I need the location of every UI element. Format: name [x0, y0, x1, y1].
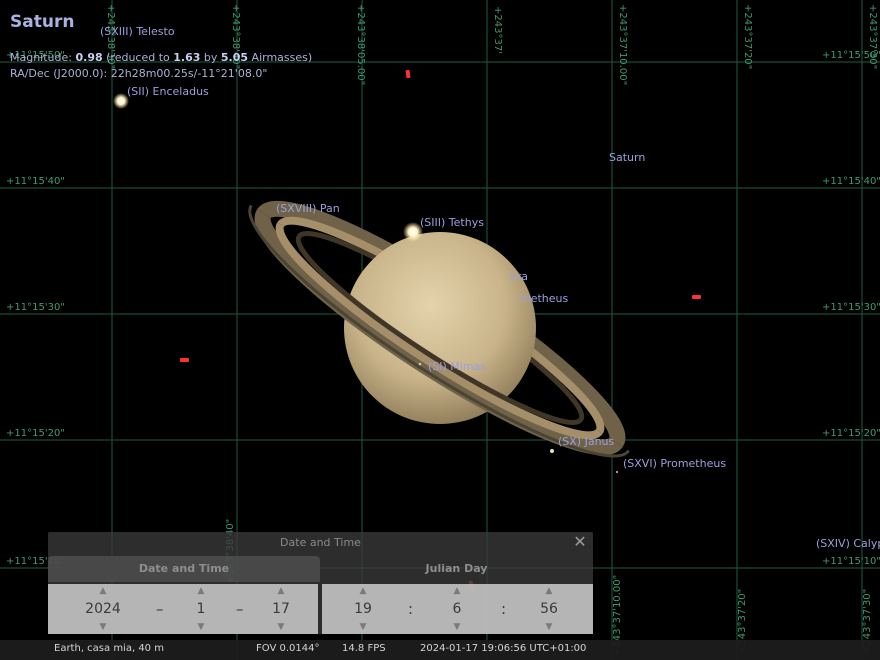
- hour-value[interactable]: 19: [338, 600, 388, 618]
- ra-label: +243°37'20": [742, 4, 753, 69]
- tab-date-and-time[interactable]: Date and Time: [48, 556, 320, 582]
- chevron-down-icon[interactable]: ▼: [543, 623, 555, 632]
- fps-text: 14.8 FPS: [342, 643, 386, 654]
- ra-label: +243°37'30": [867, 4, 878, 69]
- hour-spinbox[interactable]: ▲ 19 ▼: [338, 584, 388, 634]
- minute-value[interactable]: 6: [432, 600, 482, 618]
- chevron-up-icon[interactable]: ▲: [97, 587, 109, 596]
- date-separator: –: [236, 600, 244, 618]
- status-bar: Earth, casa mia, 40 m FOV 0.0144° 14.8 F…: [0, 640, 880, 660]
- label-saturn: Saturn: [609, 151, 645, 164]
- chevron-down-icon[interactable]: ▼: [451, 623, 463, 632]
- by-text: by: [203, 51, 218, 64]
- dialog-title[interactable]: Date and Time: [48, 532, 593, 554]
- day-value[interactable]: 17: [256, 600, 306, 618]
- magnitude-line: Magnitude: 0.98 (reduced to 1.63 by 5.05…: [10, 50, 312, 66]
- chevron-down-icon[interactable]: ▼: [275, 623, 287, 632]
- tab-julian-day[interactable]: Julian Day: [320, 556, 593, 582]
- label-pan: (SXVIII) Pan: [276, 202, 340, 215]
- label-mimas: (SI) Mimas: [428, 360, 486, 373]
- month-value[interactable]: 1: [176, 600, 226, 618]
- date-separator: –: [156, 600, 164, 618]
- chevron-up-icon[interactable]: ▲: [357, 587, 369, 596]
- date-time-dialog: Date and Time ✕ Date and Time Julian Day…: [48, 532, 593, 634]
- label-prometheus: (SXVI) Prometheus: [623, 457, 726, 470]
- date-group: ▲ 2024 ▼ – ▲ 1 ▼ – ▲ 17 ▼: [48, 584, 318, 634]
- airmasses-value: 5.05: [220, 51, 249, 64]
- moon-mimas[interactable]: [418, 362, 422, 366]
- year-value[interactable]: 2024: [68, 600, 138, 618]
- chevron-down-icon[interactable]: ▼: [357, 623, 369, 632]
- chevron-up-icon[interactable]: ▲: [451, 587, 463, 596]
- reduced-value: 1.63: [173, 51, 201, 64]
- time-separator: :: [501, 600, 507, 618]
- moon-janus[interactable]: [550, 449, 554, 453]
- dec-label: +11°15'20": [6, 428, 65, 439]
- chevron-down-icon[interactable]: ▼: [195, 623, 207, 632]
- year-spinbox[interactable]: ▲ 2024 ▼: [68, 584, 138, 634]
- location-text[interactable]: Earth, casa mia, 40 m: [54, 643, 164, 654]
- label-tethys: (SIII) Tethys: [420, 216, 484, 229]
- ra-label: +243°37': [492, 6, 503, 54]
- magnitude-label: Magnitude:: [10, 51, 72, 64]
- second-spinbox[interactable]: ▲ 56 ▼: [524, 584, 574, 634]
- ra-label: +243°37'10.00": [617, 4, 628, 85]
- minute-spinbox[interactable]: ▲ 6 ▼: [432, 584, 482, 634]
- ra-label: +243°38'05.00": [355, 4, 366, 85]
- dec-label: +11°15'30": [822, 302, 880, 313]
- dec-label: +11°15'10": [822, 556, 880, 567]
- object-info-panel: Saturn Magnitude: 0.98 (reduced to 1.63 …: [10, 10, 312, 82]
- dec-label: +11°15'40": [6, 176, 65, 187]
- dec-label: +11°15'40": [822, 176, 880, 187]
- reduced-text: (reduced to: [106, 51, 170, 64]
- chevron-down-icon[interactable]: ▼: [97, 623, 109, 632]
- chevron-up-icon[interactable]: ▲: [195, 587, 207, 596]
- red-marker: [405, 69, 411, 79]
- chevron-up-icon[interactable]: ▲: [275, 587, 287, 596]
- moon-prometheus[interactable]: [616, 471, 618, 473]
- label-calypso: (SXIV) Calyps: [816, 537, 880, 550]
- magnitude-value: 0.98: [75, 51, 103, 64]
- object-name: Saturn: [10, 12, 75, 32]
- close-icon[interactable]: ✕: [571, 533, 589, 551]
- dec-label: +11°15'30": [6, 302, 65, 313]
- month-spinbox[interactable]: ▲ 1 ▼: [176, 584, 226, 634]
- time-group: ▲ 19 ▼ : ▲ 6 ▼ : ▲ 56 ▼: [322, 584, 593, 634]
- label-enceladus: (SII) Enceladus: [127, 85, 209, 98]
- date-time-fields: ▲ 2024 ▼ – ▲ 1 ▼ – ▲ 17 ▼ ▲ 19 ▼ : ▲ 6 ▼…: [48, 584, 593, 634]
- radec-line: RA/Dec (J2000.0): 22h28m00.25s/-11°21'08…: [10, 67, 268, 80]
- label-janus: (SX) Janus: [558, 435, 615, 448]
- day-spinbox[interactable]: ▲ 17 ▼: [256, 584, 306, 634]
- red-marker: [180, 358, 189, 362]
- label-prometheus-partial: metheus: [520, 292, 569, 305]
- datetime-text[interactable]: 2024-01-17 19:06:56 UTC+01:00: [420, 643, 586, 654]
- red-marker: [692, 295, 701, 299]
- airmasses-text: Airmasses): [251, 51, 313, 64]
- label-pandora: ora: [510, 270, 528, 283]
- fov-text: FOV 0.0144°: [256, 643, 320, 654]
- second-value[interactable]: 56: [524, 600, 574, 618]
- dec-label: +11°15'20": [822, 428, 880, 439]
- time-separator: :: [408, 600, 414, 618]
- chevron-up-icon[interactable]: ▲: [543, 587, 555, 596]
